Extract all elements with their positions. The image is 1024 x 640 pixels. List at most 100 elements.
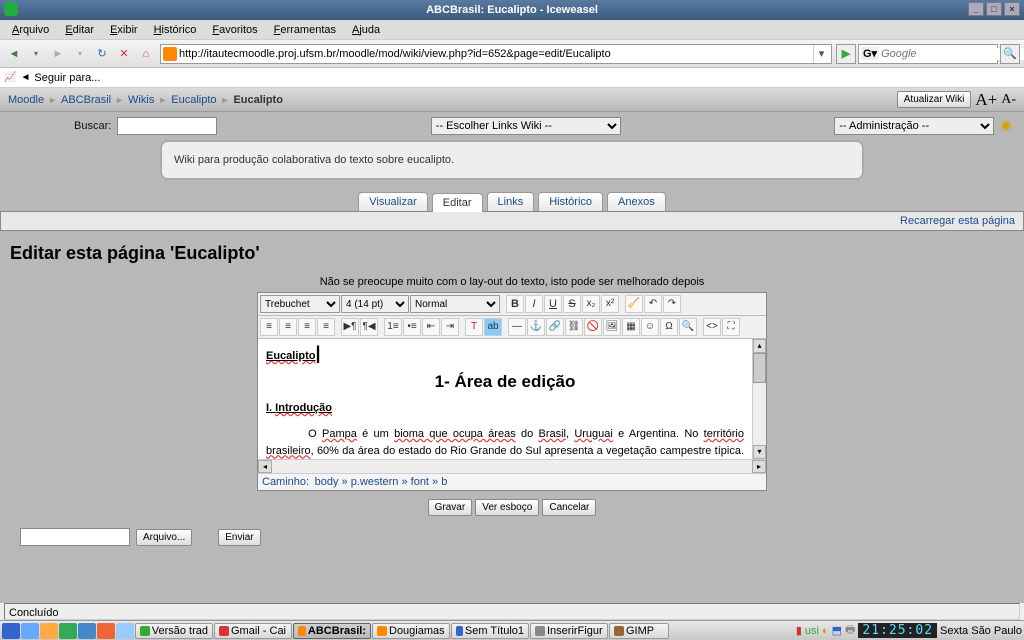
menu-ajuda[interactable]: Ajuda — [344, 24, 388, 36]
ltr-button[interactable]: ▶¶ — [341, 318, 359, 336]
buscar-input[interactable] — [117, 117, 217, 135]
task-gmail[interactable]: Gmail - Cai — [214, 623, 292, 639]
menu-historico[interactable]: Histórico — [146, 24, 205, 36]
scroll-left-icon[interactable]: ◂ — [258, 460, 272, 473]
editor-body[interactable]: Eucalipto| 1- Área de edição I. Introduç… — [258, 339, 766, 459]
tab-anexos[interactable]: Anexos — [607, 192, 666, 211]
path-value[interactable]: body » p.western » font » b — [315, 476, 448, 488]
save-button[interactable]: Gravar — [428, 499, 473, 516]
close-button[interactable]: × — [1004, 2, 1020, 16]
editor-vscroll[interactable]: ▴ ▾ — [752, 339, 766, 459]
smiley-button[interactable]: ☺ — [641, 318, 659, 336]
back-drop[interactable]: ▾ — [26, 44, 46, 64]
back-button[interactable]: ◄ — [4, 44, 24, 64]
start-button[interactable] — [2, 623, 20, 639]
menu-arquivo[interactable]: Arquivo — [4, 24, 57, 36]
terminal-icon[interactable] — [59, 623, 77, 639]
star-icon[interactable]: ✺ — [1000, 118, 1012, 135]
rtl-button[interactable]: ¶◀ — [360, 318, 378, 336]
search-button[interactable]: 🔍 — [1000, 44, 1020, 64]
wiki-links-select[interactable]: -- Escolher Links Wiki -- — [431, 117, 621, 135]
indent-button[interactable]: ⇥ — [441, 318, 459, 336]
file-input[interactable] — [20, 528, 130, 546]
style-select[interactable]: Normal — [410, 295, 500, 313]
fullscreen-button[interactable]: ⛶ — [722, 318, 740, 336]
task-inserir[interactable]: InserirFigur — [530, 623, 608, 639]
maximize-button[interactable]: □ — [986, 2, 1002, 16]
clock[interactable]: 21:25:02 — [858, 623, 937, 638]
bc-abcbrasil[interactable]: ABCBrasil — [61, 94, 111, 106]
task-gimp[interactable]: GIMP — [609, 623, 669, 639]
sup-button[interactable]: x² — [601, 295, 619, 313]
align-center[interactable]: ≡ — [279, 318, 297, 336]
tray-icon[interactable]: usi — [805, 625, 819, 637]
scroll-down-icon[interactable]: ▾ — [753, 445, 766, 459]
increase-font[interactable]: A+ — [975, 90, 997, 110]
tab-historico[interactable]: Histórico — [538, 192, 603, 211]
home-button[interactable]: ⌂ — [136, 44, 156, 64]
unlink-button[interactable]: ⛓ — [565, 318, 583, 336]
url-bar[interactable]: ▾ — [160, 44, 832, 64]
atualizar-wiki-button[interactable]: Atualizar Wiki — [897, 91, 972, 108]
italic-button[interactable]: I — [525, 295, 543, 313]
nolink-button[interactable]: 🚫 — [584, 318, 602, 336]
preview-button[interactable]: Ver esboço — [475, 499, 539, 516]
bold-button[interactable]: B — [506, 295, 524, 313]
textcolor-button[interactable]: T — [465, 318, 483, 336]
image-button[interactable]: 🖼 — [603, 318, 621, 336]
reload-page-link[interactable]: Recarregar esta página — [900, 215, 1015, 227]
scroll-right-icon[interactable]: ▸ — [752, 460, 766, 473]
home-icon[interactable] — [40, 623, 58, 639]
source-button[interactable]: <> — [703, 318, 721, 336]
align-left[interactable]: ≡ — [260, 318, 278, 336]
tray-icon[interactable]: ⬒ — [832, 624, 842, 637]
link-button[interactable]: 🔗 — [546, 318, 564, 336]
menu-editar[interactable]: Editar — [57, 24, 102, 36]
tray-icon[interactable]: 🖶 — [845, 621, 855, 640]
menu-exibir[interactable]: Exibir — [102, 24, 146, 36]
redo-button[interactable]: ↷ — [663, 295, 681, 313]
forward-button[interactable]: ► — [48, 44, 68, 64]
menu-favoritos[interactable]: Favoritos — [204, 24, 265, 36]
go-button[interactable]: ▶ — [836, 44, 856, 64]
url-dropdown[interactable]: ▾ — [813, 45, 829, 63]
bc-wikis[interactable]: Wikis — [128, 94, 154, 106]
hr-button[interactable]: — — [508, 318, 526, 336]
align-justify[interactable]: ≡ — [317, 318, 335, 336]
bgcolor-button[interactable]: ab — [484, 318, 502, 336]
anchor-button[interactable]: ⚓ — [527, 318, 545, 336]
table-button[interactable]: ▦ — [622, 318, 640, 336]
undo-button[interactable]: ↶ — [644, 295, 662, 313]
reload-button[interactable]: ↻ — [92, 44, 112, 64]
find-button[interactable]: 🔍 — [679, 318, 697, 336]
scroll-up-icon[interactable]: ▴ — [753, 339, 766, 353]
rewind-icon[interactable]: ◄ — [20, 72, 30, 83]
send-button[interactable]: Enviar — [218, 529, 260, 546]
outdent-button[interactable]: ⇤ — [422, 318, 440, 336]
menu-ferramentas[interactable]: Ferramentas — [266, 24, 344, 36]
desktop-icon[interactable] — [21, 623, 39, 639]
underline-button[interactable]: U — [544, 295, 562, 313]
sub-button[interactable]: x₂ — [582, 295, 600, 313]
url-input[interactable] — [179, 48, 813, 60]
scroll-thumb[interactable] — [753, 353, 766, 383]
char-button[interactable]: Ω — [660, 318, 678, 336]
minimize-button[interactable]: _ — [968, 2, 984, 16]
clean-button[interactable]: 🧹 — [625, 295, 643, 313]
ol-button[interactable]: 1≡ — [384, 318, 402, 336]
forward-drop[interactable]: ▾ — [70, 44, 90, 64]
align-right[interactable]: ≡ — [298, 318, 316, 336]
strike-button[interactable]: S — [563, 295, 581, 313]
search-box[interactable]: G▾ — [858, 44, 998, 64]
tab-visualizar[interactable]: Visualizar — [358, 192, 428, 211]
tray-icon[interactable]: ▮ — [796, 624, 802, 637]
font-select[interactable]: Trebuchet — [260, 295, 340, 313]
stop-button[interactable]: ✕ — [114, 44, 134, 64]
tab-links[interactable]: Links — [487, 192, 535, 211]
firefox-icon[interactable] — [97, 623, 115, 639]
cancel-button[interactable]: Cancelar — [542, 499, 596, 516]
editor-hscroll[interactable]: ◂ ▸ — [258, 459, 766, 473]
file-browse-button[interactable]: Arquivo... — [136, 529, 192, 546]
ul-button[interactable]: •≡ — [403, 318, 421, 336]
tab-editar[interactable]: Editar — [432, 193, 483, 212]
